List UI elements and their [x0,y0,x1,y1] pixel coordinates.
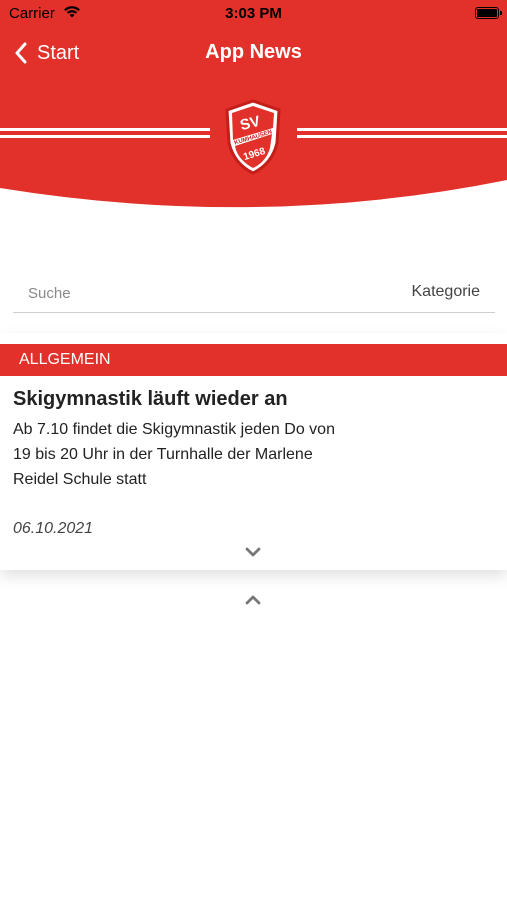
status-bar: Carrier 3:03 PM [0,0,507,28]
news-title: Skigymnastik läuft wieder an [13,388,288,410]
expand-button[interactable] [244,545,262,563]
search-bar: Kategorie [13,274,495,313]
news-card[interactable]: ALLGEMEIN Skigymnastik läuft wieder an A… [0,333,507,570]
collapse-button[interactable] [244,593,262,611]
page-title: App News [205,41,302,63]
search-input[interactable] [13,278,360,308]
news-body: Ab 7.10 findet die Skigymnastik jeden Do… [13,421,335,488]
news-date: 06.10.2021 [13,520,94,537]
navigation-bar: Start App News [0,28,507,78]
club-logo: SV KUMHAUSEN 1968 [222,98,284,181]
category-filter[interactable]: Kategorie [412,283,481,301]
chevron-down-icon [245,547,261,557]
battery-icon [475,7,502,19]
news-category: ALLGEMEIN [19,351,111,368]
clock: 3:03 PM [225,5,282,22]
chevron-up-icon [245,595,261,605]
category-banner: ALLGEMEIN [0,344,507,376]
